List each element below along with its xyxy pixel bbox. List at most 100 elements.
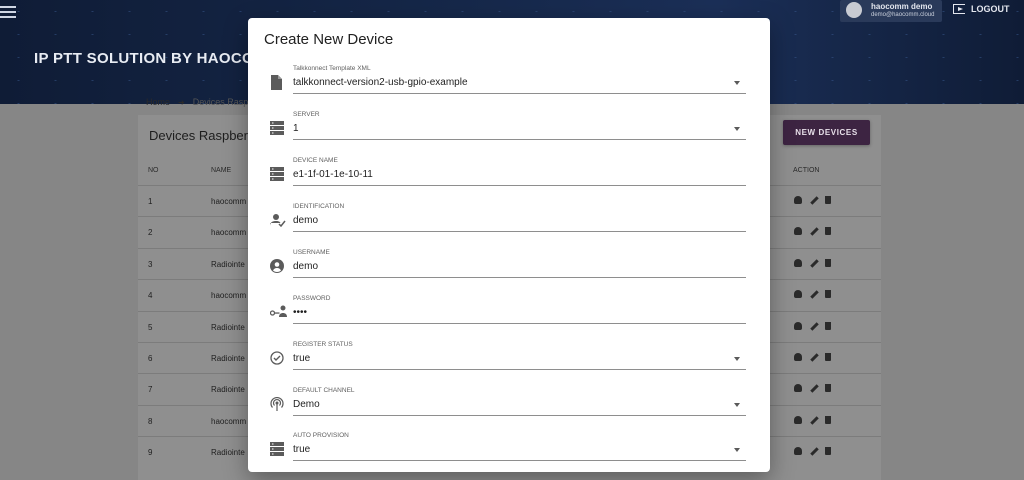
- row-actions: [794, 227, 831, 237]
- field-username[interactable]: USERNAME demo: [270, 249, 746, 279]
- delete-trash-icon[interactable]: [825, 290, 831, 299]
- download-cloud-icon[interactable]: [794, 290, 802, 299]
- input-value[interactable]: ••••: [293, 307, 307, 318]
- app-title: IP PTT SOLUTION BY HAOCOMM: [34, 50, 280, 67]
- field-label: REGISTER STATUS: [293, 341, 353, 348]
- delete-trash-icon[interactable]: [825, 353, 831, 361]
- server-icon: [270, 167, 288, 183]
- select-value[interactable]: 1: [293, 123, 299, 134]
- chevron-down-icon[interactable]: [734, 357, 740, 361]
- chevron-down-icon[interactable]: [734, 403, 740, 407]
- delete-trash-icon[interactable]: [825, 258, 831, 267]
- field-talkkonnect-template-xml[interactable]: Talkkonnect Template XML talkkonnect-vers…: [270, 65, 746, 95]
- chevron-down-icon[interactable]: [734, 127, 740, 131]
- breadcrumb: Home ➜ Devices Rasp: [146, 97, 248, 107]
- row-device-name: haocomm: [211, 228, 247, 238]
- download-cloud-icon[interactable]: [794, 196, 802, 204]
- field-label: PASSWORD: [293, 295, 331, 302]
- field-auto-provision[interactable]: AUTO PROVISION true: [270, 432, 746, 462]
- select-value[interactable]: true: [293, 353, 310, 364]
- field-label: DEVICE NAME: [293, 157, 338, 164]
- new-devices-button[interactable]: NEW DEVICES: [783, 120, 870, 145]
- chevron-down-icon[interactable]: [734, 448, 740, 452]
- delete-trash-icon[interactable]: [825, 384, 831, 393]
- field-underline: [293, 185, 746, 186]
- logout-button[interactable]: LOGOUT: [953, 4, 1010, 14]
- field-underline: [293, 460, 746, 461]
- field-underline: [293, 415, 746, 416]
- input-value[interactable]: demo: [293, 261, 318, 272]
- edit-pencil-icon[interactable]: [810, 321, 819, 331]
- edit-pencil-icon[interactable]: [810, 416, 819, 425]
- edit-pencil-icon[interactable]: [810, 447, 819, 456]
- breadcrumb-home[interactable]: Home: [146, 97, 170, 107]
- row-actions: [794, 353, 831, 362]
- row-device-name: Radiointe: [211, 448, 245, 458]
- breadcrumb-current: Devices Rasp: [192, 97, 249, 107]
- avatar: [846, 2, 862, 18]
- download-cloud-icon[interactable]: [794, 227, 802, 236]
- field-label: SERVER: [293, 111, 320, 118]
- hamburger-menu-icon[interactable]: [0, 6, 16, 18]
- row-actions: [794, 258, 831, 268]
- row-device-name: Radiointe: [211, 354, 245, 363]
- input-value[interactable]: demo: [293, 215, 318, 226]
- field-underline: [293, 369, 746, 370]
- row-number: 1: [148, 197, 153, 206]
- delete-trash-icon[interactable]: [825, 196, 831, 204]
- field-label: IDENTIFICATION: [293, 203, 345, 210]
- row-device-name: haocomm: [211, 197, 247, 206]
- field-label: AUTO PROVISION: [293, 432, 349, 439]
- delete-trash-icon[interactable]: [825, 447, 831, 456]
- row-number: 5: [148, 322, 153, 332]
- row-device-name: Radiointe: [211, 385, 245, 395]
- download-cloud-icon[interactable]: [794, 447, 802, 456]
- column-header-name: NAME: [211, 167, 232, 174]
- row-number: 7: [148, 385, 153, 395]
- edit-pencil-icon[interactable]: [810, 384, 819, 394]
- check-circle-icon: [270, 351, 288, 367]
- delete-trash-icon[interactable]: [825, 321, 831, 330]
- select-value[interactable]: Demo: [293, 399, 320, 410]
- field-underline: [293, 277, 746, 278]
- row-actions: [794, 447, 831, 456]
- field-identification[interactable]: IDENTIFICATION demo: [270, 203, 746, 233]
- edit-pencil-icon[interactable]: [810, 196, 819, 205]
- edit-pencil-icon[interactable]: [810, 353, 819, 362]
- person-check-icon: [270, 213, 288, 229]
- user-name: haocomm demo: [871, 2, 933, 11]
- input-value[interactable]: e1-1f-01-1e-10-11: [293, 169, 373, 180]
- download-cloud-icon[interactable]: [794, 258, 802, 267]
- select-value[interactable]: true: [293, 444, 310, 455]
- download-cloud-icon[interactable]: [794, 353, 802, 361]
- chevron-down-icon[interactable]: [734, 81, 740, 85]
- field-default-channel[interactable]: DEFAULT CHANNEL Demo: [270, 387, 746, 417]
- field-label: DEFAULT CHANNEL: [293, 387, 355, 394]
- row-device-name: Radiointe: [211, 322, 245, 332]
- select-value[interactable]: talkkonnect-version2-usb-gpio-example: [293, 77, 468, 88]
- account-circle-icon: [270, 259, 288, 275]
- field-label: Talkkonnect Template XML: [293, 65, 371, 72]
- row-device-name: haocomm: [211, 416, 247, 426]
- create-device-dialog: Create New Device Talkkonnect Template X…: [248, 18, 770, 472]
- delete-trash-icon[interactable]: [825, 415, 831, 424]
- user-menu[interactable]: haocomm demo demo@haocomm.cloud: [840, 0, 942, 22]
- column-header-action: ACTION: [793, 167, 820, 174]
- edit-pencil-icon[interactable]: [810, 259, 819, 268]
- field-device-name[interactable]: DEVICE NAME e1-1f-01-1e-10-11: [270, 157, 746, 187]
- delete-trash-icon[interactable]: [825, 227, 831, 236]
- field-label: USERNAME: [293, 249, 330, 256]
- download-cloud-icon[interactable]: [794, 384, 802, 393]
- field-password[interactable]: PASSWORD ••••: [270, 295, 746, 325]
- download-cloud-icon[interactable]: [794, 321, 802, 330]
- download-cloud-icon[interactable]: [794, 415, 802, 424]
- field-underline: [293, 93, 746, 94]
- field-register-status[interactable]: REGISTER STATUS true: [270, 341, 746, 371]
- field-underline: [293, 139, 746, 140]
- edit-pencil-icon[interactable]: [810, 290, 819, 299]
- logout-label: LOGOUT: [971, 4, 1010, 14]
- edit-pencil-icon[interactable]: [810, 227, 819, 237]
- row-number: 6: [148, 354, 153, 363]
- server-icon: [270, 442, 288, 458]
- field-server[interactable]: SERVER 1: [270, 111, 746, 141]
